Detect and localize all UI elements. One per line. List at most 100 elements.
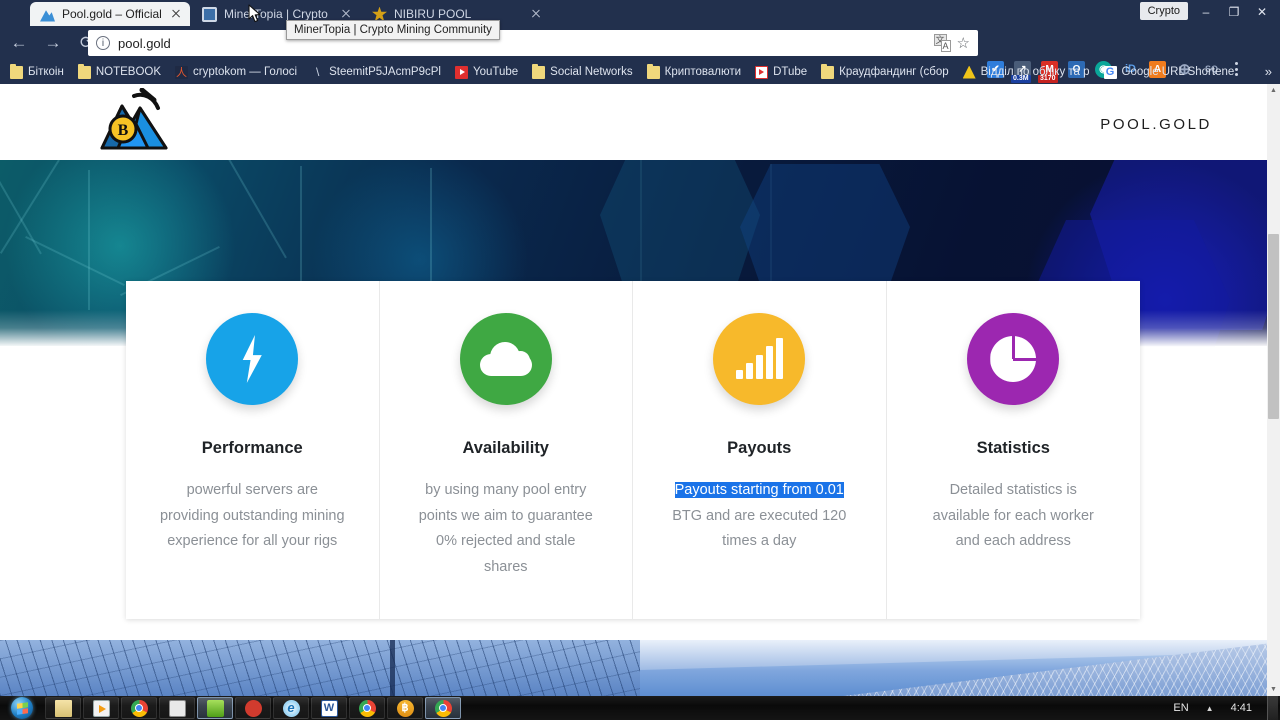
page-scrollbar[interactable]: ▲ ▼ <box>1267 84 1280 696</box>
scrollbar-thumb[interactable] <box>1268 234 1279 419</box>
window-controls: – ❐ ✕ <box>1192 1 1276 23</box>
word-icon: W <box>320 699 338 717</box>
bookmark-label: Краудфандинг (сбор <box>839 66 949 78</box>
taskbar-chrome-window-2[interactable] <box>425 697 461 719</box>
feature-card-performance[interactable]: Performance powerful servers are providi… <box>126 281 380 619</box>
bookmark-kraudfanding[interactable]: Краудфандинг (сбор <box>821 63 949 79</box>
taskbar-chrome-window-1[interactable] <box>349 697 385 719</box>
green-app-icon <box>206 699 224 717</box>
maximize-button[interactable]: ❐ <box>1220 1 1248 23</box>
minimize-button[interactable]: – <box>1192 1 1220 23</box>
scroll-up-icon[interactable]: ▲ <box>1267 84 1280 97</box>
bar-chart-icon <box>713 313 806 405</box>
bookmark-steemit[interactable]: \ SteemitP5JAcmP9cPl <box>311 64 441 79</box>
bookmark-bitkoin[interactable]: Біткоін <box>10 63 64 79</box>
viddil-icon <box>962 65 976 79</box>
bookmark-kryptovalyuty[interactable]: Криптовалюти <box>646 63 741 79</box>
folder-icon <box>54 699 72 717</box>
tab-title: NIBIRU POOL <box>394 7 472 21</box>
calculator-icon <box>168 699 186 717</box>
bitcoin-icon: ฿ <box>396 699 414 717</box>
card-text-rest: BTG and are executed 120 times a day <box>672 507 847 550</box>
chrome-icon <box>130 699 148 717</box>
site-header: B POOL.GOLD <box>0 84 1280 160</box>
info-circle-icon[interactable]: i <box>96 36 110 50</box>
close-icon[interactable] <box>528 6 544 22</box>
pool-gold-mining-logo[interactable]: B <box>96 87 176 154</box>
show-desktop-button[interactable] <box>1267 696 1278 720</box>
bookmark-label: Відділ по обліку та p <box>980 66 1090 78</box>
bookmarks-overflow-icon[interactable]: » <box>1265 64 1272 79</box>
translate-icon[interactable] <box>933 34 951 52</box>
omnibox-actions: ☆ <box>933 34 974 52</box>
pool-gold-favicon <box>40 10 55 22</box>
scroll-down-icon[interactable]: ▼ <box>1267 683 1280 696</box>
bookmark-dtube[interactable]: DTube <box>755 65 807 79</box>
close-icon[interactable] <box>168 6 184 22</box>
feature-card-payouts[interactable]: Payouts Payouts starting from 0.01 BTG a… <box>633 281 887 619</box>
bookmark-label: Біткоін <box>28 66 64 78</box>
glass-building-photo <box>0 640 1280 696</box>
taskbar-green-app[interactable] <box>197 697 233 719</box>
tab-title: Pool.gold – Official BTG <box>62 7 162 21</box>
taskbar-chrome[interactable] <box>121 697 157 719</box>
feature-cards-row: Performance powerful servers are providi… <box>126 281 1140 619</box>
taskbar-calculator[interactable] <box>159 697 195 719</box>
back-icon[interactable]: ← <box>4 28 34 58</box>
system-tray: EN ▲ 4:41 <box>1164 696 1280 720</box>
clock[interactable]: 4:41 <box>1222 702 1261 714</box>
slash-icon: \ <box>315 64 320 79</box>
bookmarks-bar: Біткоін NOTEBOOK cryptokom — Голосі \ Ste… <box>0 60 1280 84</box>
taskbar-internet-explorer[interactable]: e <box>273 697 309 719</box>
bookmark-label: Social Networks <box>550 66 633 78</box>
card-title: Availability <box>462 439 549 457</box>
dtube-icon <box>755 65 769 79</box>
card-text: powerful servers are providing outstandi… <box>159 482 345 549</box>
url-text: pool.gold <box>118 35 171 51</box>
taskbar-clock-app[interactable] <box>235 697 271 719</box>
pie-chart-icon <box>967 313 1060 405</box>
bookmark-youtube[interactable]: YouTube <box>454 65 518 79</box>
folder-icon <box>10 63 23 79</box>
bookmark-notebook[interactable]: NOTEBOOK <box>77 63 162 79</box>
svg-text:B: B <box>118 122 129 139</box>
internet-explorer-icon: e <box>282 699 300 717</box>
taskbar-file-explorer[interactable] <box>45 697 81 719</box>
taskbar-media-player[interactable] <box>83 697 119 719</box>
tray-expand-icon[interactable]: ▲ <box>1198 704 1222 713</box>
hero-section: Performance powerful servers are providi… <box>0 160 1280 640</box>
chrome-icon <box>434 699 452 717</box>
navigation-bar: ← → ⟳ i pool.gold ☆ ✔ ↗0.3M M3170 O ◉ iD… <box>0 26 1280 83</box>
star-icon[interactable]: ☆ <box>957 34 970 52</box>
chrome-icon <box>358 699 376 717</box>
card-text: by using many pool entry points we aim t… <box>418 482 593 575</box>
cryptokom-icon <box>175 64 189 80</box>
taskbar-word[interactable]: W <box>311 697 347 719</box>
browser-tab-pool-gold[interactable]: Pool.gold – Official BTG <box>30 2 190 26</box>
page-title: POOL.GOLD <box>1100 116 1212 133</box>
bookmark-cryptokom[interactable]: cryptokom — Голосі <box>175 64 298 80</box>
bookmark-label: cryptokom — Голосі <box>193 66 298 78</box>
forward-icon[interactable]: → <box>38 28 68 58</box>
page-viewport: B POOL.GOLD Performance powerful servers… <box>0 84 1280 696</box>
bookmark-social-networks[interactable]: Social Networks <box>532 63 633 79</box>
address-bar[interactable]: i pool.gold ☆ <box>88 30 978 56</box>
media-player-icon <box>92 699 110 717</box>
tab-strip: Pool.gold – Official BTG MinerTopia | Cr… <box>0 0 1280 26</box>
close-window-button[interactable]: ✕ <box>1248 1 1276 23</box>
bookmark-google-url-shortener[interactable]: G Google URL Shortene <box>1103 65 1235 79</box>
google-icon: G <box>1103 65 1117 79</box>
feature-card-statistics[interactable]: Statistics Detailed statistics is availa… <box>886 281 1140 619</box>
feature-card-availability[interactable]: Availability by using many pool entry po… <box>379 281 633 619</box>
start-button[interactable] <box>0 696 44 720</box>
windows-taskbar: e W ฿ EN ▲ 4:41 <box>0 696 1280 720</box>
bookmark-label: Google URL Shortene <box>1121 66 1235 78</box>
language-indicator[interactable]: EN <box>1164 702 1197 714</box>
profile-chip[interactable]: Crypto <box>1139 2 1188 20</box>
card-title: Statistics <box>976 439 1050 457</box>
building-edge <box>390 640 395 696</box>
bookmark-label: NOTEBOOK <box>95 66 162 78</box>
taskbar-bitcoin-app[interactable]: ฿ <box>387 697 423 719</box>
bookmark-viddil[interactable]: Відділ по обліку та p <box>962 65 1090 79</box>
folder-icon <box>646 63 660 79</box>
